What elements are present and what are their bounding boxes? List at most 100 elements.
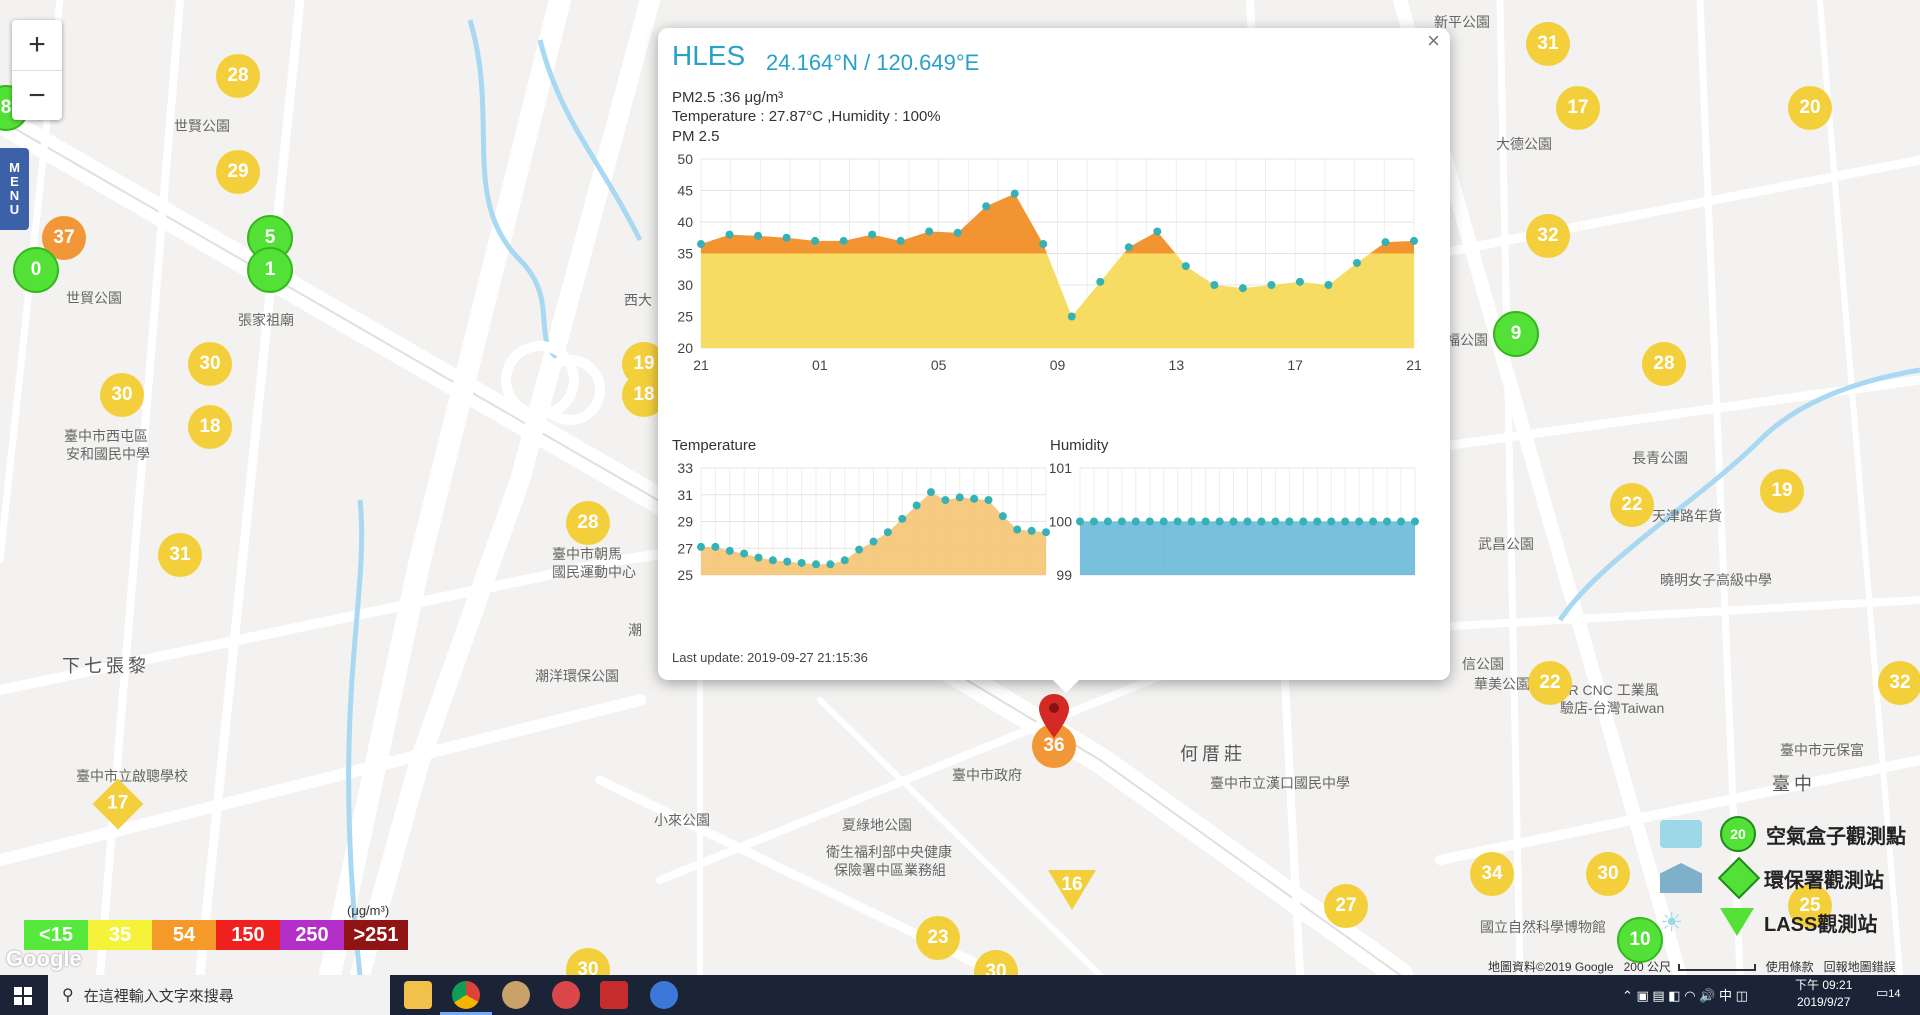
zoom-in-button[interactable]: + — [12, 20, 62, 71]
data-point — [1229, 517, 1238, 526]
sensor-marker[interactable]: 9 — [1493, 311, 1539, 357]
y-tick-label: 20 — [677, 340, 693, 356]
sensor-marker[interactable]: 23 — [916, 916, 960, 960]
data-point — [984, 496, 993, 505]
terms-link[interactable]: 使用條款 — [1766, 960, 1814, 974]
data-point — [711, 542, 720, 551]
y-tick-label: 27 — [677, 540, 693, 556]
data-point — [740, 549, 749, 558]
data-point — [1187, 517, 1196, 526]
map-label: 何厝莊 — [1180, 744, 1246, 764]
map-label: 小來公園 — [654, 812, 710, 828]
sensor-marker[interactable]: 27 — [1324, 884, 1368, 928]
y-tick-label: 40 — [677, 214, 693, 230]
sensor-marker[interactable]: 31 — [158, 533, 202, 577]
sensor-marker[interactable]: 28 — [216, 54, 260, 98]
windows-start-icon[interactable] — [14, 987, 32, 1005]
sensor-marker[interactable]: 1 — [247, 247, 293, 293]
report-error-link[interactable]: 回報地圖錯誤 — [1824, 960, 1896, 974]
data-point — [1257, 517, 1266, 526]
data-point — [1103, 517, 1112, 526]
data-point — [1124, 243, 1133, 252]
humidity-chart: 99 100 101 — [1050, 460, 1419, 583]
map-label: 信公園 — [1462, 656, 1504, 672]
taskbar-search[interactable]: ⚲ 在這裡輸入文字來搜尋 — [48, 975, 390, 1015]
data-point — [1117, 517, 1126, 526]
popup-tip — [1052, 679, 1080, 693]
data-point — [839, 236, 848, 245]
sensor-marker[interactable]: 0 — [13, 247, 59, 293]
x-tick-label: 21 — [693, 357, 709, 373]
y-tick-label: 35 — [677, 246, 693, 262]
scale-label[interactable]: 200 公尺 — [1624, 960, 1671, 974]
scale-bar — [1677, 964, 1756, 971]
sensor-marker[interactable]: 30 — [100, 373, 144, 417]
sensor-marker[interactable]: 29 — [216, 150, 260, 194]
sensor-marker[interactable]: 17 — [1556, 86, 1600, 130]
map-label: 世貿公園 — [66, 290, 122, 306]
y-tick-label: 100 — [1050, 514, 1072, 530]
data-point — [869, 537, 878, 546]
data-point — [1076, 517, 1084, 526]
app-icon-1[interactable] — [502, 981, 530, 1009]
data-point — [1096, 277, 1105, 286]
close-icon[interactable]: × — [1427, 28, 1440, 54]
map-label: 西大 — [624, 292, 652, 308]
sensor-marker[interactable]: 18 — [188, 405, 232, 449]
data-point — [1383, 517, 1392, 526]
x-tick-label: 17 — [1287, 357, 1303, 373]
app-icon-4[interactable] — [650, 981, 678, 1009]
data-point — [855, 545, 864, 554]
sensor-marker[interactable]: 22 — [1528, 661, 1572, 705]
sensor-marker[interactable]: 28 — [566, 501, 610, 545]
sensor-marker[interactable]: 19 — [1760, 469, 1804, 513]
airbox-marker-icon: 20 — [1720, 816, 1756, 852]
menu-button[interactable]: M E N U — [0, 148, 29, 230]
file-explorer-icon[interactable] — [404, 981, 432, 1009]
y-tick-label: 30 — [677, 277, 693, 293]
data-point — [896, 236, 905, 245]
sensor-marker[interactable]: 22 — [1610, 483, 1654, 527]
station-coordinates: 24.164°N / 120.649°E — [766, 50, 980, 75]
data-point — [998, 512, 1007, 521]
pm25-reading: PM2.5 :36 μg/m³ — [672, 89, 784, 106]
notification-icon[interactable]: ▭14 — [1876, 985, 1901, 1001]
x-tick-label: 01 — [812, 357, 828, 373]
map-label: 安和國民中學 — [66, 446, 150, 462]
sensor-marker[interactable]: 28 — [1642, 342, 1686, 386]
map-label: 華美公園 — [1474, 676, 1530, 692]
app-icon-3[interactable] — [600, 981, 628, 1009]
chrome-icon[interactable] — [452, 981, 480, 1009]
system-tray[interactable]: ⌃ ▣ ▤ ◧ ◠ 🔊 中 ◫ — [1622, 985, 1748, 1004]
data-point — [1131, 517, 1140, 526]
location-pin-icon[interactable] — [1037, 694, 1071, 738]
x-tick-label: 13 — [1169, 357, 1185, 373]
zoom-out-button[interactable]: − — [12, 71, 62, 121]
legend-item: 54 — [152, 920, 216, 950]
data-point — [1067, 312, 1076, 321]
data-point — [1181, 262, 1190, 271]
sensor-marker[interactable]: 20 — [1788, 86, 1832, 130]
data-point — [1089, 517, 1098, 526]
taskbar-clock[interactable]: 下午 09:21 2019/9/27 — [1795, 977, 1852, 1011]
data-point — [1153, 227, 1162, 236]
station-name: HLES — [672, 40, 746, 71]
data-point — [1381, 238, 1390, 247]
sensor-marker[interactable]: 30 — [1586, 852, 1630, 896]
sensor-marker[interactable]: 16 — [1048, 870, 1096, 910]
app-icon-2[interactable] — [552, 981, 580, 1009]
sensor-marker[interactable]: 32 — [1878, 661, 1920, 705]
data-point — [1285, 517, 1294, 526]
sensor-marker[interactable]: 34 — [1470, 852, 1514, 896]
sensor-marker[interactable]: 10 — [1617, 917, 1663, 963]
data-point — [768, 556, 777, 565]
sensor-marker[interactable]: 30 — [188, 342, 232, 386]
map-label: 國民運動中心 — [552, 564, 636, 580]
legend-item: >251 — [344, 920, 408, 950]
data-point — [1341, 517, 1350, 526]
y-tick-label: 101 — [1050, 460, 1072, 476]
data-point — [1295, 277, 1304, 286]
sensor-marker[interactable]: 32 — [1526, 214, 1570, 258]
y-tick-label: 99 — [1056, 567, 1072, 583]
sensor-marker[interactable]: 31 — [1526, 22, 1570, 66]
